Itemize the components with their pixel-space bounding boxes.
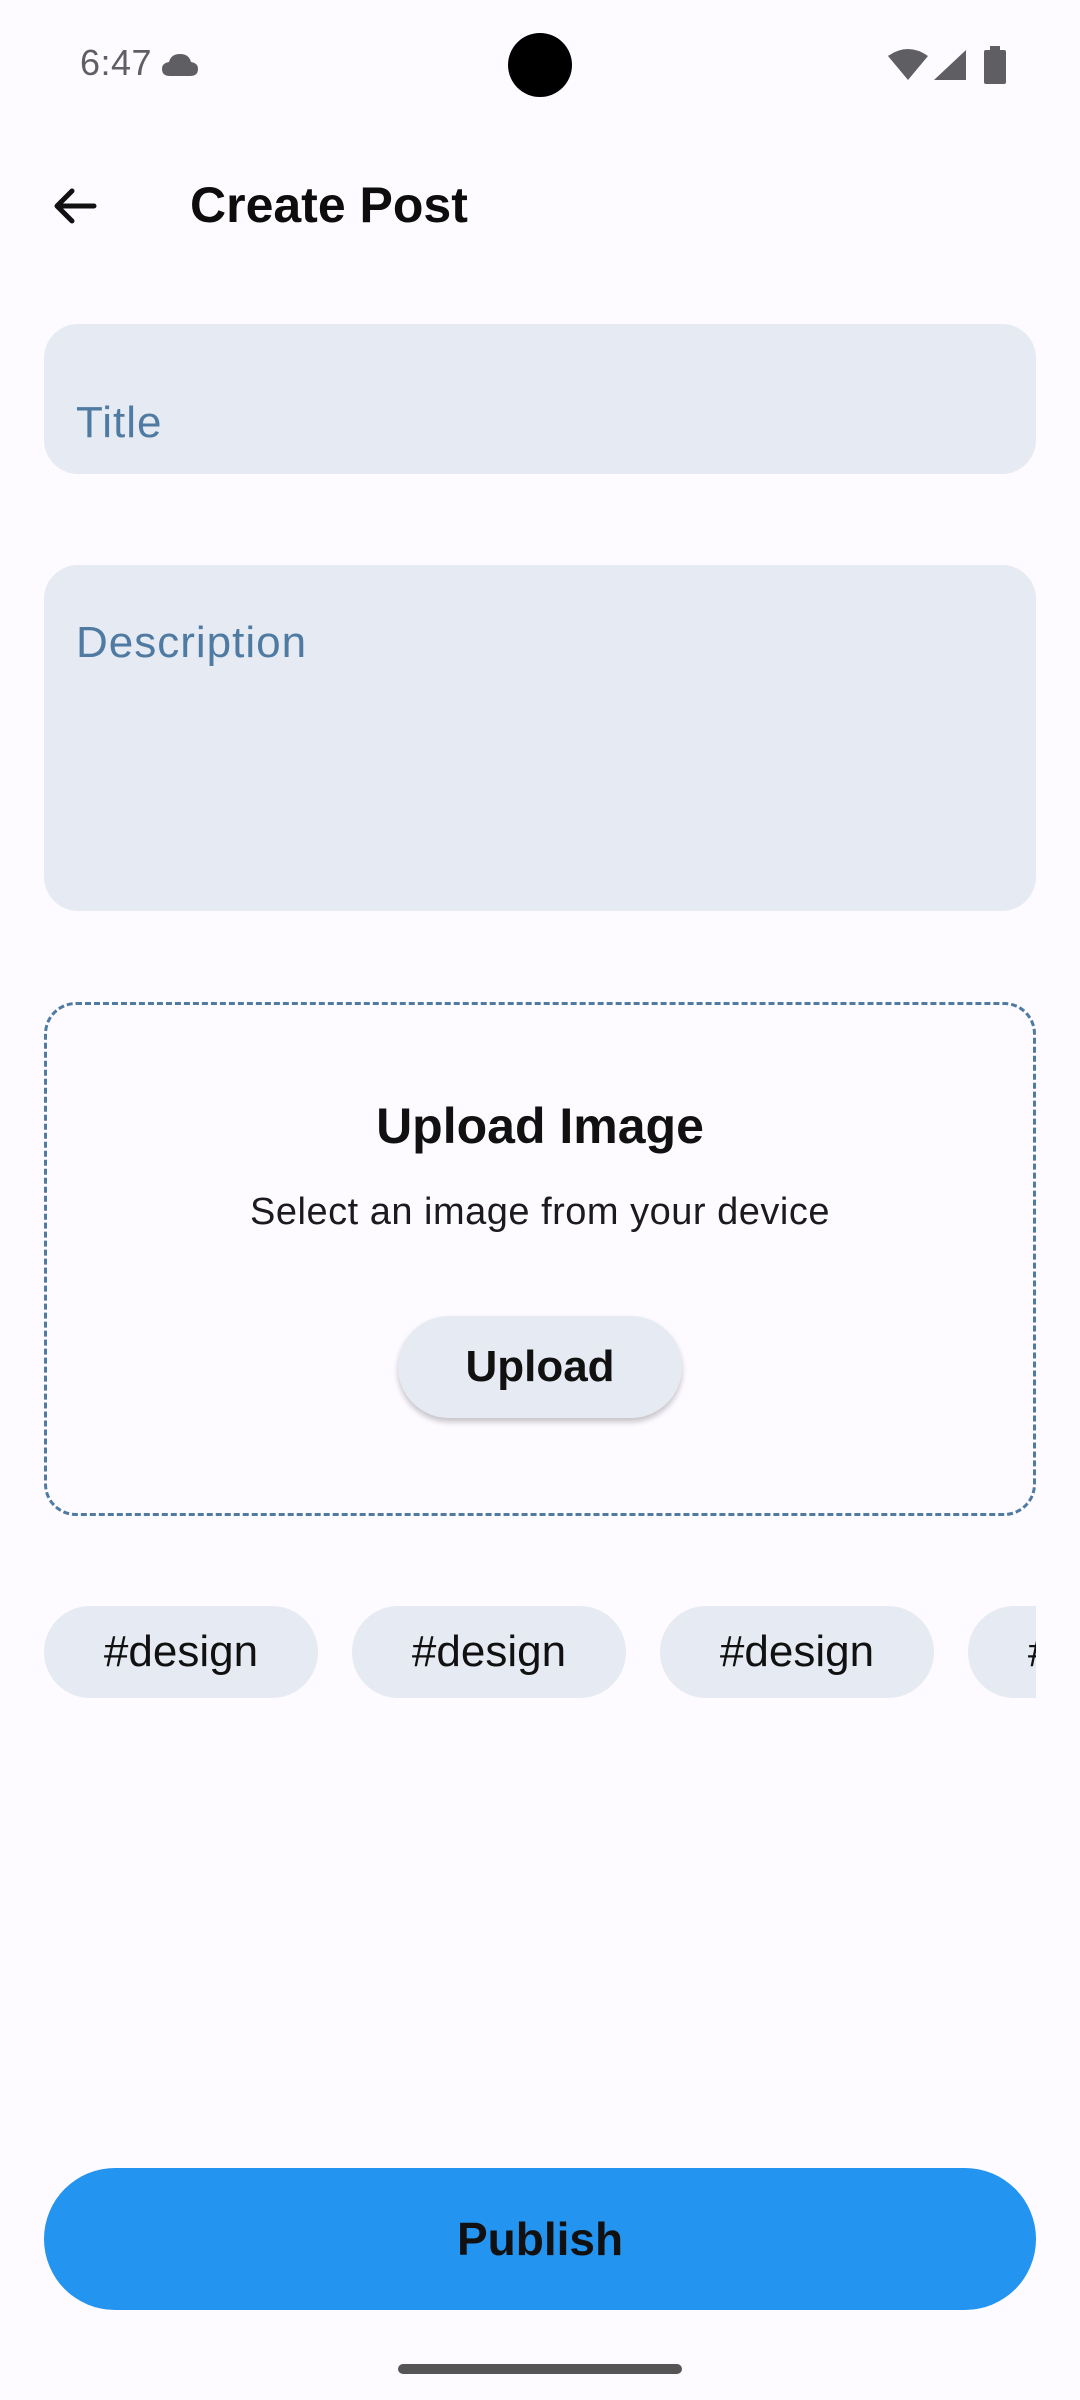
description-input[interactable] (44, 565, 1036, 911)
tags-row[interactable]: #design #design #design #design (44, 1606, 1036, 1700)
upload-subtitle: Select an image from your device (250, 1191, 830, 1233)
tag-chip[interactable]: #design (660, 1606, 934, 1698)
app-bar: Create Post (0, 150, 1080, 265)
cloud-icon (162, 54, 198, 76)
tag-chip[interactable]: #design (44, 1606, 318, 1698)
back-button[interactable] (38, 170, 110, 242)
status-time: 6:47 (80, 42, 153, 83)
tag-chip[interactable]: #design (968, 1606, 1036, 1698)
publish-button[interactable]: Publish (44, 2168, 1036, 2310)
upload-button[interactable]: Upload (398, 1316, 682, 1418)
create-post-screen: 6:47 Create Post Upload Image (0, 0, 1080, 2400)
upload-image-area: Upload Image Select an image from your d… (44, 1002, 1036, 1516)
title-field[interactable] (44, 324, 1036, 474)
wifi-icon (888, 49, 928, 80)
status-bar: 6:47 (0, 0, 1080, 130)
home-indicator[interactable] (398, 2364, 682, 2374)
tag-chip[interactable]: #design (352, 1606, 626, 1698)
page-title: Create Post (190, 177, 468, 233)
title-input[interactable] (44, 324, 1036, 474)
upload-title: Upload Image (376, 1098, 704, 1154)
arrow-back-icon (54, 188, 97, 224)
battery-icon (984, 46, 1006, 84)
signal-icon (934, 50, 966, 80)
description-field[interactable] (44, 565, 1036, 911)
camera-cutout (508, 33, 572, 97)
